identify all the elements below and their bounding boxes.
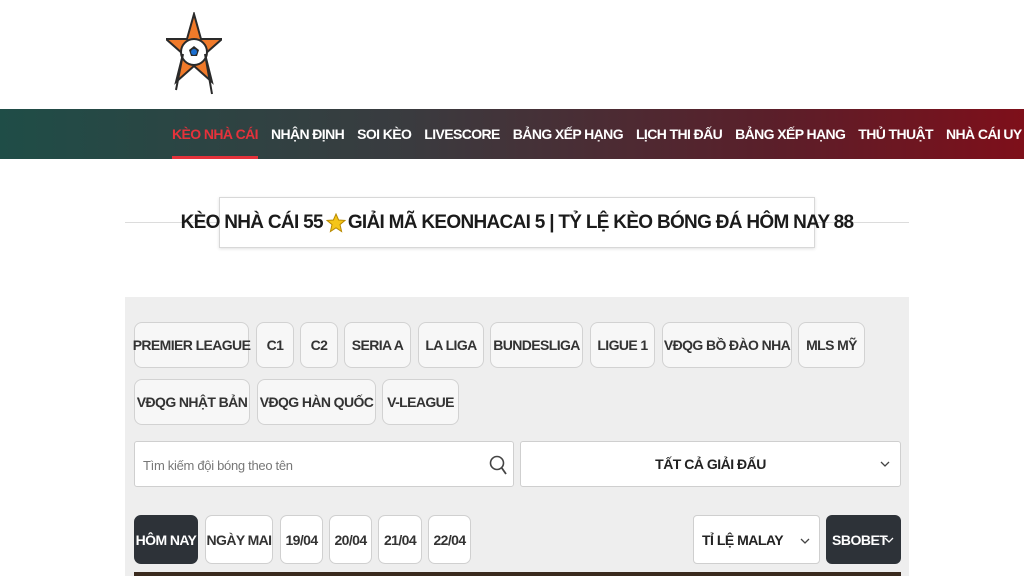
league-chip-vdqg-nhat-ban[interactable]: VĐQG NHẬT BẢN	[134, 379, 250, 425]
league-chip-vdqg-bo-dao-nha[interactable]: VĐQG BỒ ĐÀO NHA	[662, 322, 792, 368]
page-title-box: KÈO NHÀ CÁI 55 GIẢI MÃ KEONHACAI 5 | TỶ …	[181, 197, 854, 248]
nav-item-bang-xep-hang[interactable]: BẢNG XẾP HẠNG	[513, 109, 624, 159]
league-chip-mls-my[interactable]: MLS MỸ	[798, 322, 865, 368]
league-chip-v-league[interactable]: V-LEAGUE	[382, 379, 459, 425]
day-tab-hom-nay[interactable]: HÔM NAY	[134, 515, 198, 564]
main-navbar: KÈO NHÀ CÁI NHẬN ĐỊNH SOI KÈO LIVESCORE …	[0, 109, 1024, 159]
league-filter-select[interactable]: TẤT CẢ GIẢI ĐẤU	[520, 441, 901, 487]
nav-item-livescore[interactable]: LIVESCORE	[424, 109, 500, 159]
day-tab-20-04[interactable]: 20/04	[329, 515, 372, 564]
day-tab-19-04[interactable]: 19/04	[280, 515, 323, 564]
league-chip-c2[interactable]: C2	[300, 322, 338, 368]
nav-item-nha-cai-uy-tin[interactable]: NHÀ CÁI UY TÍN	[946, 109, 1024, 159]
nav-item-keo-nha-cai[interactable]: KÈO NHÀ CÁI	[172, 109, 259, 159]
league-chip-la-liga[interactable]: LA LIGA	[418, 322, 484, 368]
search-icon[interactable]	[489, 455, 507, 475]
nav-item-lich-thi-dau[interactable]: LỊCH THI ĐẤU	[636, 109, 723, 159]
league-chip-vdqg-han-quoc[interactable]: VĐQG HÀN QUỐC	[257, 379, 376, 425]
day-tab-22-04[interactable]: 22/04	[428, 515, 471, 564]
day-tab-ngay-mai[interactable]: NGÀY MAI	[205, 515, 273, 564]
league-chip-ligue-1[interactable]: LIGUE 1	[590, 322, 655, 368]
odds-type-value: TỈ LỆ MALAY	[702, 531, 784, 548]
header-logo-bar	[0, 0, 1024, 109]
chevron-down-icon	[880, 461, 890, 467]
league-chip-seria-a[interactable]: SERIA A	[344, 322, 411, 368]
team-search-box	[134, 441, 514, 487]
site-logo[interactable]	[163, 10, 225, 98]
nav-item-nhan-dinh[interactable]: NHẬN ĐỊNH	[271, 109, 345, 159]
bookmaker-value: SBOBET	[832, 531, 888, 548]
page-title-part-2: GIẢI MÃ KEONHACAI 5 | TỶ LỆ KÈO BÓNG ĐÁ …	[347, 211, 854, 233]
league-filter-value: TẤT CẢ GIẢI ĐẤU	[655, 456, 766, 472]
page-title: KÈO NHÀ CÁI 55 GIẢI MÃ KEONHACAI 5 | TỶ …	[181, 212, 854, 234]
team-search-input[interactable]	[143, 452, 473, 478]
league-chip-premier-league[interactable]: PREMIER LEAGUE	[133, 322, 251, 368]
star-icon	[325, 212, 346, 233]
odds-type-select[interactable]: TỈ LỆ MALAY	[693, 515, 820, 564]
bookmaker-select[interactable]: SBOBET	[826, 515, 901, 564]
chevron-down-icon	[800, 538, 810, 544]
nav-item-bang-xep-hang-2[interactable]: BẢNG XẾP HẠNG	[735, 109, 846, 159]
day-tab-21-04[interactable]: 21/04	[378, 515, 422, 564]
page-title-part-1: KÈO NHÀ CÁI 55	[180, 211, 324, 233]
league-chip-c1[interactable]: C1	[256, 322, 294, 368]
odds-table-header-edge	[134, 572, 901, 576]
star-ball-logo-icon	[163, 10, 225, 95]
chevron-down-icon	[884, 537, 894, 543]
nav-item-thu-thuat[interactable]: THỦ THUẬT	[858, 109, 933, 159]
nav-item-soi-keo[interactable]: SOI KÈO	[357, 109, 412, 159]
nav-menu: KÈO NHÀ CÁI NHẬN ĐỊNH SOI KÈO LIVESCORE …	[172, 109, 1024, 159]
league-chip-bundesliga[interactable]: BUNDESLIGA	[490, 322, 583, 368]
